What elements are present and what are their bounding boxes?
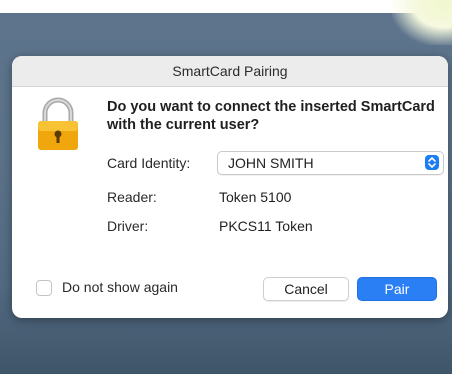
smartcard-pairing-dialog: SmartCard Pairing Do you want to connect… bbox=[12, 56, 448, 318]
reader-value: Token 5100 bbox=[219, 189, 292, 205]
driver-label: Driver: bbox=[107, 218, 149, 234]
lock-icon bbox=[35, 96, 81, 157]
reader-label: Reader: bbox=[107, 189, 157, 205]
dialog-title: SmartCard Pairing bbox=[12, 56, 448, 87]
driver-value: PKCS11 Token bbox=[219, 218, 313, 234]
do-not-show-again-checkbox[interactable] bbox=[36, 280, 52, 296]
pair-button[interactable]: Pair bbox=[357, 277, 437, 301]
cancel-button[interactable]: Cancel bbox=[263, 277, 349, 301]
chevron-updown-icon bbox=[425, 155, 439, 170]
do-not-show-again-label[interactable]: Do not show again bbox=[62, 279, 178, 295]
dialog-question: Do you want to connect the inserted Smar… bbox=[107, 99, 435, 133]
card-identity-label: Card Identity: bbox=[107, 155, 191, 171]
reader-row: Reader: Token 5100 bbox=[107, 189, 291, 205]
card-identity-select[interactable]: JOHN SMITH bbox=[217, 151, 444, 175]
window-corner-highlight bbox=[392, 0, 452, 45]
card-identity-value: JOHN SMITH bbox=[228, 155, 314, 171]
driver-row: Driver: PKCS11 Token bbox=[107, 218, 313, 234]
card-identity-row: Card Identity: JOHN SMITH bbox=[107, 151, 444, 175]
